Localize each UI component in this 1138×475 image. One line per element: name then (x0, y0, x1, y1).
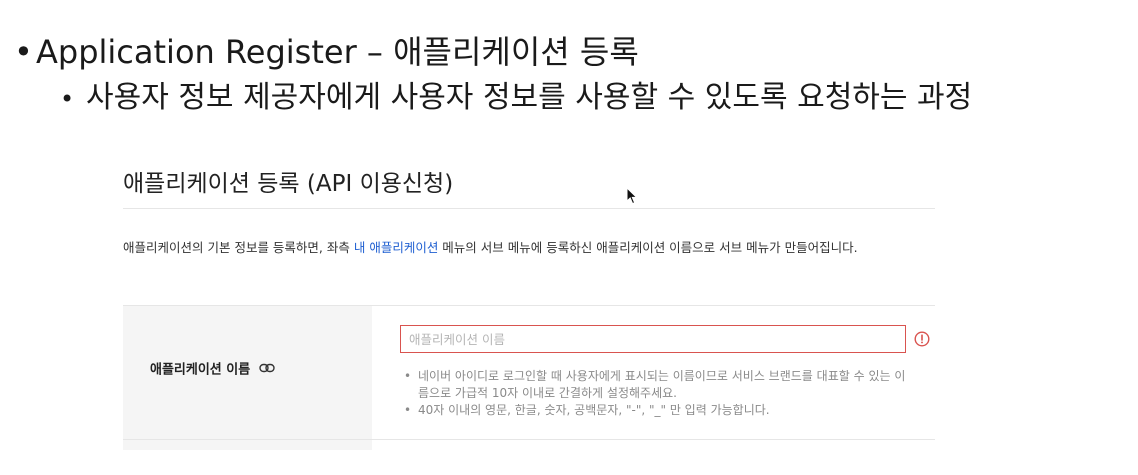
my-applications-link[interactable]: 내 애플리케이션 (354, 240, 438, 255)
bullet-dot: • (14, 33, 33, 71)
form-bottom-divider (123, 439, 935, 440)
description-text-after: 메뉴의 서브 메뉴에 등록하신 애플리케이션 이름으로 서브 메뉴가 만들어집니… (438, 240, 858, 255)
title-divider (123, 208, 935, 209)
description-text-before: 애플리케이션의 기본 정보를 등록하면, 좌측 (123, 240, 354, 255)
page-title: 애플리케이션 등록 (API 이용신청) (123, 171, 454, 197)
slide-bullet-2-text: 사용자 정보 제공자에게 사용자 정보를 사용할 수 있도록 요청하는 과정 (86, 80, 973, 115)
slide-bullet-1-text: Application Register – 애플리케이션 등록 (36, 33, 639, 71)
hint-item: 40자 이내의 영문, 한글, 숫자, 공백문자, "-", "_" 만 입력 … (404, 402, 914, 419)
app-name-label-text: 애플리케이션 이름 (150, 362, 251, 378)
link-icon (259, 360, 275, 380)
app-name-input[interactable] (400, 325, 906, 353)
hint-item: 네이버 아이디로 로그인할 때 사용자에게 표시되는 이름이므로 서비스 브랜드… (404, 368, 914, 402)
app-name-hints: 네이버 아이디로 로그인할 때 사용자에게 표시되는 이름이므로 서비스 브랜드… (404, 368, 914, 419)
page-description: 애플리케이션의 기본 정보를 등록하면, 좌측 내 애플리케이션 메뉴의 서브 … (123, 236, 938, 260)
cursor-icon (626, 186, 638, 209)
app-name-label: 애플리케이션 이름 (150, 360, 275, 381)
slide-bullet-1: •Application Register – 애플리케이션 등록 (14, 32, 639, 72)
slide-bullet-2: • 사용자 정보 제공자에게 사용자 정보를 사용할 수 있도록 요청하는 과정 (60, 78, 972, 119)
error-icon (914, 331, 930, 351)
bullet-dot: • (60, 85, 75, 113)
